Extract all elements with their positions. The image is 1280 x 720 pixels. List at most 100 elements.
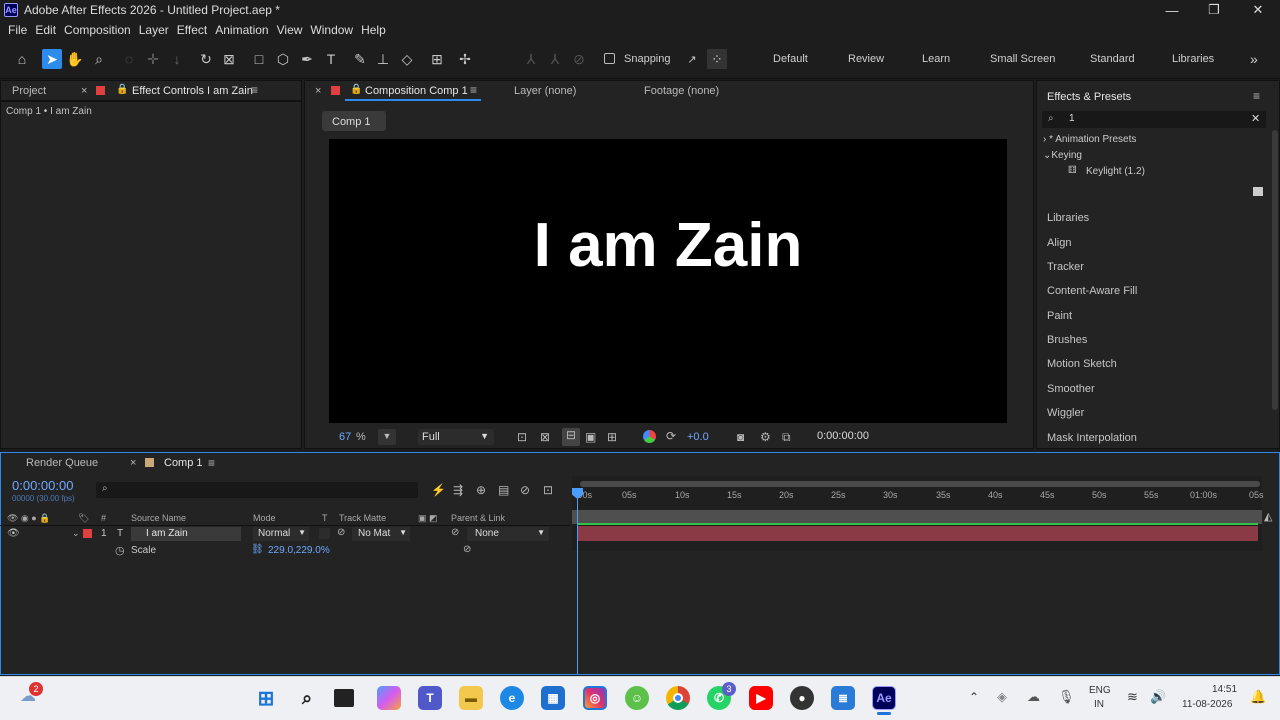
source-name-header[interactable]: Source Name: [131, 513, 186, 523]
close-tab-icon[interactable]: ×: [130, 457, 136, 469]
frame-blending-icon[interactable]: ⊕: [476, 483, 486, 497]
mode-dropdown[interactable]: Normal ▼: [253, 527, 309, 541]
tab-effect-controls[interactable]: Effect Controls I am Zain: [132, 85, 253, 97]
cloud-icon[interactable]: ☁: [1027, 689, 1040, 705]
panel-menu-icon[interactable]: ≡: [251, 83, 258, 97]
menu-window[interactable]: Window: [306, 23, 357, 37]
panel-paint[interactable]: Paint: [1047, 310, 1072, 322]
davinci-icon[interactable]: ●: [790, 686, 814, 710]
puppet-pin-icon[interactable]: ✢: [455, 49, 475, 69]
reset-exposure-icon[interactable]: ⟳: [666, 429, 676, 443]
language-top[interactable]: ENG: [1089, 685, 1111, 696]
lock-icon[interactable]: 🔒: [350, 84, 362, 95]
panel-menu-icon[interactable]: ≡: [1253, 89, 1260, 103]
draft-3d-icon[interactable]: ⚡: [431, 483, 446, 497]
workspace-small-screen[interactable]: Small Screen: [990, 53, 1055, 65]
menu-animation[interactable]: Animation: [211, 23, 272, 37]
shy-layers-icon[interactable]: ⇶: [453, 483, 463, 497]
constrain-proportions-icon[interactable]: ⛓: [251, 544, 264, 555]
panel-menu-icon[interactable]: ≡: [208, 456, 215, 470]
rectangle-tool-icon[interactable]: □: [249, 49, 269, 69]
orbit-camera-icon[interactable]: ◌: [119, 49, 139, 69]
show-hidden-icons-icon[interactable]: ⌃: [969, 690, 979, 704]
maximize-button[interactable]: ❐: [1192, 0, 1236, 20]
distribute-icon[interactable]: ⅄: [545, 49, 565, 69]
panel-libraries[interactable]: Libraries: [1047, 212, 1089, 224]
workspace-more-icon[interactable]: »: [1250, 51, 1258, 67]
timeline-timecode[interactable]: 0:00:00:00: [12, 478, 73, 493]
panel-mask-interpolation[interactable]: Mask Interpolation: [1047, 432, 1137, 444]
exposure-value[interactable]: +0.0: [687, 431, 709, 443]
workspace-review[interactable]: Review: [848, 53, 884, 65]
zoom-dropdown-chevron-icon[interactable]: ▼: [378, 429, 396, 445]
edge-icon[interactable]: e: [500, 686, 524, 710]
comp-flowchart-icon[interactable]: ⊡: [543, 483, 553, 497]
zoom-slider-icon[interactable]: ◭: [1264, 510, 1272, 523]
notepad-icon[interactable]: ≣: [831, 686, 855, 710]
snapping-checkbox[interactable]: [604, 53, 615, 64]
canvas-text[interactable]: I am Zain: [329, 210, 1007, 281]
menu-view[interactable]: View: [273, 23, 307, 37]
tab-render-queue[interactable]: Render Queue: [26, 457, 98, 469]
matte-link-icon[interactable]: ⊘: [337, 527, 345, 538]
scale-value[interactable]: 229.0,229.0%: [268, 545, 330, 556]
file-explorer-icon[interactable]: ▬: [459, 686, 483, 710]
search-icon[interactable]: ⌕: [295, 686, 319, 710]
resolution-dropdown[interactable]: Full ▼: [418, 429, 494, 445]
language-bottom[interactable]: IN: [1094, 699, 1104, 710]
close-button[interactable]: ✕: [1236, 0, 1280, 20]
snap-grid-icon[interactable]: ⁘: [707, 49, 727, 69]
mask-visibility-icon[interactable]: ▣: [585, 430, 596, 444]
panel-menu-icon[interactable]: ≡: [470, 83, 477, 97]
store-icon[interactable]: ▦: [541, 686, 565, 710]
instagram-icon[interactable]: ◎: [583, 686, 607, 710]
microphone-icon[interactable]: 🎙: [1058, 689, 1075, 705]
clock-date[interactable]: 11-08-2026: [1182, 699, 1232, 710]
rotation-tool-icon[interactable]: ↻: [196, 49, 216, 69]
tab-project[interactable]: Project: [12, 85, 46, 97]
transparency-grid-icon[interactable]: ⊠: [540, 430, 550, 444]
panel-wiggler[interactable]: Wiggler: [1047, 407, 1084, 419]
guides-icon[interactable]: ⊟: [562, 428, 580, 446]
composition-canvas[interactable]: [329, 139, 1007, 423]
snapshot-icon[interactable]: ◙: [737, 430, 744, 444]
tree-keying[interactable]: ⌄Keying: [1043, 150, 1082, 161]
stopwatch-icon[interactable]: ◷: [115, 544, 125, 557]
comp-chip[interactable]: Comp 1: [322, 111, 386, 131]
panel-smoother[interactable]: Smoother: [1047, 383, 1095, 395]
graph-editor-icon[interactable]: ⊘: [520, 483, 530, 497]
viewer-timecode[interactable]: 0:00:00:00: [817, 430, 869, 442]
zoom-value[interactable]: 67: [339, 431, 351, 443]
clone-stamp-icon[interactable]: ⊥: [373, 49, 393, 69]
tab-composition[interactable]: Composition Comp 1: [365, 85, 468, 97]
volume-icon[interactable]: 🔊: [1150, 689, 1166, 705]
layer-name[interactable]: I am Zain: [131, 527, 241, 541]
align-icon[interactable]: ⅄: [521, 49, 541, 69]
layer-duration-bar[interactable]: [578, 526, 1258, 541]
panel-content-aware-fill[interactable]: Content-Aware Fill: [1047, 285, 1137, 297]
type-tool-icon[interactable]: T: [321, 49, 341, 69]
menu-help[interactable]: Help: [357, 23, 390, 37]
brush-tool-icon[interactable]: ✎: [350, 49, 370, 69]
minimize-button[interactable]: —: [1150, 0, 1194, 20]
tree-keylight[interactable]: Keylight (1.2): [1086, 166, 1145, 177]
3d-shape-icon[interactable]: ⬡: [273, 49, 293, 69]
layer-search-input[interactable]: ⌕: [96, 482, 418, 498]
work-area-bar[interactable]: [580, 481, 1260, 487]
show-snapshot-icon[interactable]: ⚙: [760, 430, 771, 444]
panel-align[interactable]: Align: [1047, 237, 1071, 249]
channel-icon[interactable]: ⧉: [782, 430, 791, 445]
expression-pick-whip-icon[interactable]: ⊘: [463, 544, 471, 555]
hand-tool-icon[interactable]: ✋: [65, 49, 85, 69]
copilot-icon[interactable]: [377, 686, 401, 710]
color-channels-icon[interactable]: [643, 430, 656, 443]
workspace-libraries[interactable]: Libraries: [1172, 53, 1214, 65]
tray-app-icon[interactable]: ◈: [997, 689, 1007, 705]
effects-search-input[interactable]: ⌕ 1 ✕: [1042, 111, 1266, 128]
panel-tracker[interactable]: Tracker: [1047, 261, 1084, 273]
tab-layer[interactable]: Layer (none): [514, 85, 576, 97]
region-of-interest-icon[interactable]: ⊡: [517, 430, 527, 444]
panel-brushes[interactable]: Brushes: [1047, 334, 1087, 346]
menu-file[interactable]: File: [4, 23, 31, 37]
track-matte-dropdown[interactable]: No Mat ▼: [352, 527, 410, 541]
